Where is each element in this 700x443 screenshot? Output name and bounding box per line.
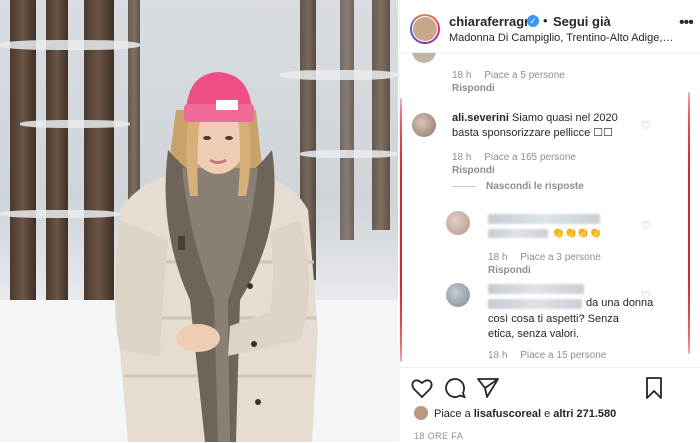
comments-list[interactable]: 18 h Piace a 5 persone Rispondi ali.seve… [400,53,700,367]
annotation-line-left [400,98,402,362]
comment-heart-icon[interactable]: ♡ [641,289,651,302]
blurred-username [488,284,584,294]
liker-username[interactable]: lisafuscoreal [474,408,541,420]
hide-replies-line [452,186,476,187]
heart-icon[interactable] [410,376,434,400]
comment-meta: 18 h Piace a 5 persone [452,70,575,81]
likes-others[interactable]: altri 271.580 [553,408,616,420]
comment-username[interactable]: ali.severini [452,112,509,124]
header-separator: • [543,13,548,28]
comment-likes[interactable]: Piace a 15 persone [520,350,606,361]
more-options-icon[interactable]: ••• [679,15,694,31]
post-sidebar: chiaraferragni ✓ • Segui già Madonna Di … [399,0,700,442]
reply-avatar[interactable] [446,283,470,307]
post-header: chiaraferragni ✓ • Segui già Madonna Di … [400,0,700,53]
comment-meta: 18 h Piace a 165 persone [452,152,586,163]
blurred-mention [488,299,582,309]
likes-middle: e [541,408,554,420]
post-photo[interactable] [0,0,398,442]
annotation-line-right [688,92,690,354]
blurred-username [488,214,600,224]
profile-avatar-ring[interactable] [410,14,440,44]
comment-likes[interactable]: Piace a 3 persone [520,252,601,263]
comment-heart-icon[interactable]: ♡ [641,119,651,132]
reply-text-line3: etica, senza valori. [488,328,580,340]
reply-avatar[interactable] [446,211,470,235]
comment-likes[interactable]: Piace a 5 persone [484,70,565,81]
reply-text-line2: così cosa ti aspetti? Senza [488,313,619,325]
post-location[interactable]: Madonna Di Campiglio, Trentino-Alto Adig… [449,32,674,44]
bookmark-icon[interactable] [642,376,666,400]
comment-body-line2: basta sponsorizzare pellicce ☐☐ [452,127,613,139]
reply-button[interactable]: Rispondi [488,265,531,276]
comment-time: 18 h [488,252,508,263]
reply-button[interactable]: Rispondi [452,165,495,176]
comment-meta: 18 h Piace a 3 persone [488,252,611,263]
post-actions: Piace a lisafuscoreal e altri 271.580 18… [400,367,700,443]
comment-time: 18 h [452,70,472,81]
liker-avatar[interactable] [414,406,428,420]
comment-avatar[interactable] [412,53,436,63]
comment-time: 18 h [452,152,472,163]
reply-button[interactable]: Rispondi [452,83,495,94]
post-timestamp[interactable]: 18 ORE FA [414,431,463,441]
woman-in-winter-coat [115,72,318,442]
comment-time: 18 h [488,350,508,361]
likes-prefix: Piace a [434,408,474,420]
comment-icon[interactable] [443,376,467,400]
reply-text: 👏👏👏👏 [552,228,602,239]
comment-heart-icon[interactable]: ♡ [641,219,651,232]
profile-avatar[interactable] [412,16,438,42]
following-button[interactable]: Segui già [553,14,611,29]
share-icon[interactable] [476,376,500,400]
comment-body-line1: Siamo quasi nel 2020 [511,112,618,124]
post-username[interactable]: chiaraferragni [449,14,536,29]
comment-meta: 18 h Piace a 15 persone [488,350,616,361]
blurred-text [488,229,548,238]
comment-avatar[interactable] [412,113,436,137]
verified-badge-icon: ✓ [527,15,539,27]
comment-likes[interactable]: Piace a 165 persone [484,152,576,163]
likes-text[interactable]: Piace a lisafuscoreal e altri 271.580 [434,408,616,420]
hide-replies-button[interactable]: Nascondi le risposte [486,181,584,192]
